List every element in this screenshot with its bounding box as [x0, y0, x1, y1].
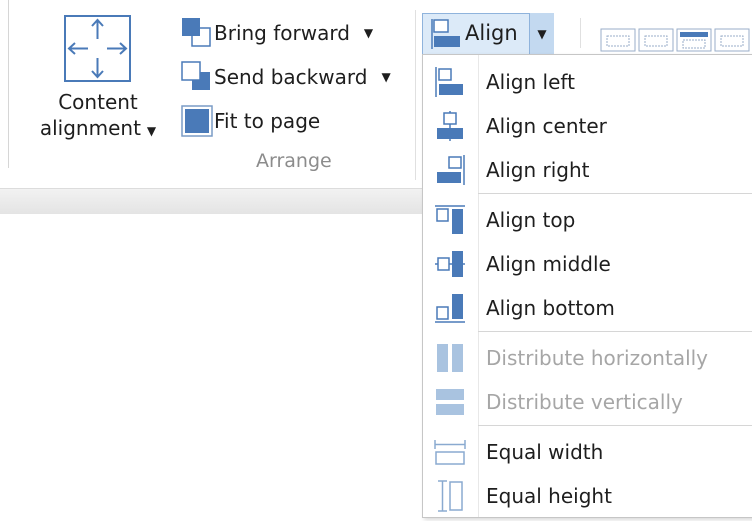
menu-item-label: Align top — [486, 208, 576, 232]
align-right-icon — [437, 155, 465, 185]
menu-item-label: Distribute vertically — [486, 390, 683, 414]
menu-item-label: Equal width — [486, 440, 604, 464]
send-backward-icon — [181, 61, 210, 90]
gallery-thumb-icon[interactable] — [714, 28, 750, 52]
align-center-icon — [437, 111, 463, 141]
menu-item-label: Align left — [486, 70, 575, 94]
fit-to-page-button[interactable]: Fit to page — [180, 104, 320, 138]
equal-height-icon — [438, 480, 463, 512]
fit-to-page-label: Fit to page — [214, 109, 321, 133]
menu-item-align-center[interactable]: Align center — [423, 103, 752, 147]
gallery-thumb-icon[interactable] — [638, 28, 674, 52]
chevron-down-icon[interactable]: ▼ — [364, 26, 373, 40]
menu-item-equal-height[interactable]: Equal height — [423, 473, 752, 517]
menu-item-label: Distribute horizontally — [486, 346, 709, 370]
menu-item-align-top[interactable]: Align top — [423, 197, 752, 241]
menu-item-label: Align center — [486, 114, 607, 138]
menu-item-align-middle[interactable]: Align middle — [423, 241, 752, 285]
menu-item-label: Align bottom — [486, 296, 615, 320]
gallery-thumb-icon[interactable] — [676, 28, 712, 52]
chevron-down-icon: ▼ — [146, 124, 157, 138]
send-backward-button[interactable]: Send backward ▼ — [180, 60, 391, 94]
menu-item-label: Align right — [486, 158, 590, 182]
menu-item-label: Equal height — [486, 484, 612, 508]
fit-to-page-icon — [181, 105, 213, 137]
menu-item-align-right[interactable]: Align right — [423, 147, 752, 191]
menu-item-align-left[interactable]: Align left — [423, 59, 752, 103]
align-bottom-icon — [435, 294, 465, 323]
align-dropdown-menu: Align left Align center Align right Alig… — [422, 54, 752, 518]
chevron-down-icon[interactable]: ▼ — [381, 70, 390, 84]
menu-item-equal-width[interactable]: Equal width — [423, 429, 752, 473]
group-divider — [415, 10, 416, 180]
layout-gallery[interactable] — [600, 28, 752, 52]
align-icon — [431, 19, 460, 49]
menu-separator — [478, 193, 752, 194]
align-top-icon — [435, 205, 465, 234]
bring-forward-button[interactable]: Bring forward ▼ — [180, 16, 373, 50]
menu-item-label: Align middle — [486, 252, 611, 276]
menu-separator — [478, 331, 752, 332]
align-middle-icon — [435, 251, 465, 277]
menu-item-distribute-horizontally[interactable]: Distribute horizontally — [423, 335, 752, 379]
distribute-horizontally-icon — [437, 344, 463, 372]
align-left-icon — [435, 67, 463, 97]
equal-width-icon — [434, 440, 466, 465]
bring-forward-icon — [182, 18, 211, 47]
content-alignment-icon — [64, 15, 131, 82]
ribbon-left-divider — [8, 0, 9, 168]
menu-item-align-bottom[interactable]: Align bottom — [423, 285, 752, 329]
gallery-thumb-icon[interactable] — [600, 28, 636, 52]
bring-forward-label: Bring forward — [214, 21, 350, 45]
align-dropdown-arrow[interactable]: ▼ — [529, 13, 554, 55]
menu-separator — [478, 425, 752, 426]
chevron-down-icon: ▼ — [537, 27, 547, 41]
send-backward-label: Send backward — [214, 65, 368, 89]
arrange-group-label: Arrange — [256, 150, 332, 172]
align-button[interactable]: Align ▼ — [422, 13, 554, 55]
content-alignment-label-line2: alignment ▼ — [39, 116, 157, 140]
menu-item-distribute-vertically[interactable]: Distribute vertically — [423, 379, 752, 423]
align-label: Align — [465, 21, 518, 45]
content-alignment-label-line1: Content — [58, 90, 138, 114]
content-alignment-button[interactable]: Content alignment ▼ — [28, 12, 168, 147]
gallery-divider — [580, 18, 581, 48]
distribute-vertically-icon — [436, 389, 464, 415]
